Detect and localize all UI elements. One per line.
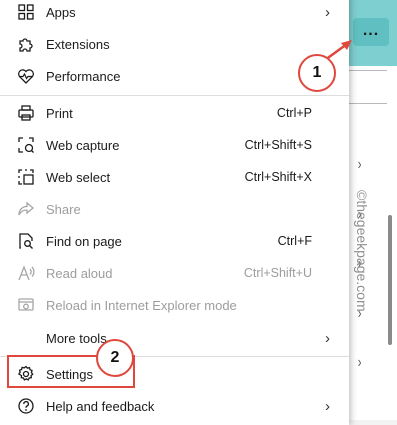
- callout-number-1: 1: [298, 54, 336, 92]
- callout-number-2: 2: [96, 339, 134, 377]
